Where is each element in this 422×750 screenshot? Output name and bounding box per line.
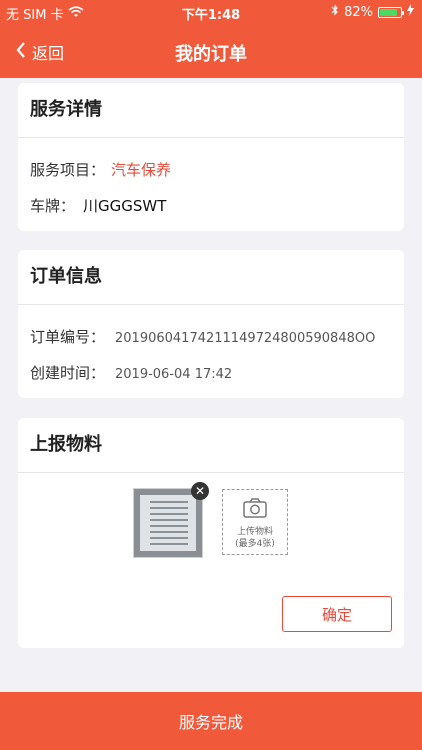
plate-label: 车牌： bbox=[30, 197, 76, 215]
charging-icon bbox=[407, 4, 414, 20]
created-time-label: 创建时间： bbox=[30, 364, 106, 382]
plate-row: 车牌： 川GGGSWT bbox=[30, 195, 166, 216]
order-number-label: 订单编号： bbox=[30, 328, 106, 346]
app-header: 无 SIM 卡 下午1:48 82% 返回 我的订单 bbox=[0, 0, 422, 78]
order-number-row: 订单编号： 20190604174211149724800590848OO bbox=[30, 326, 375, 347]
bluetooth-icon bbox=[331, 4, 339, 20]
created-time-value: 2019-06-04 17:42 bbox=[115, 367, 233, 382]
service-item-row: 服务项目： 汽车保养 bbox=[30, 159, 171, 180]
document-photo bbox=[140, 495, 196, 551]
status-right: 82% bbox=[331, 4, 414, 20]
materials-card: 上报物料 ✕ 上传物料 (最多4张) 确定 bbox=[18, 418, 404, 648]
order-info-card: 订单信息 订单编号： 20190604174211149724800590848O… bbox=[18, 250, 404, 398]
upload-label: 上传物料 bbox=[236, 527, 273, 537]
uploaded-photo-thumbnail[interactable] bbox=[133, 488, 203, 558]
plate-value: 川GGGSWT bbox=[83, 197, 167, 215]
order-number-value: 20190604174211149724800590848OO bbox=[115, 331, 376, 346]
status-bar: 无 SIM 卡 下午1:48 82% bbox=[0, 0, 422, 24]
battery-icon bbox=[378, 6, 404, 18]
service-complete-button[interactable]: 服务完成 bbox=[0, 692, 422, 750]
service-item-value: 汽车保养 bbox=[111, 161, 172, 179]
service-details-card: 服务详情 服务项目： 汽车保养 车牌： 川GGGSWT bbox=[18, 83, 404, 231]
upload-material-button[interactable]: 上传物料 (最多4张) bbox=[222, 489, 288, 555]
service-item-label: 服务项目： bbox=[30, 161, 106, 179]
remove-photo-close-icon[interactable]: ✕ bbox=[191, 482, 209, 500]
battery-percent: 82% bbox=[344, 4, 373, 20]
upload-hint: (最多4张) bbox=[235, 539, 275, 549]
service-details-title: 服务详情 bbox=[18, 83, 404, 138]
materials-title: 上报物料 bbox=[18, 418, 404, 473]
page-title: 我的订单 bbox=[175, 44, 247, 65]
confirm-button[interactable]: 确定 bbox=[282, 596, 392, 632]
created-time-row: 创建时间： 2019-06-04 17:42 bbox=[30, 362, 232, 383]
camera-icon bbox=[223, 498, 287, 522]
order-info-title: 订单信息 bbox=[18, 250, 404, 305]
nav-bar: 返回 我的订单 bbox=[0, 32, 422, 72]
